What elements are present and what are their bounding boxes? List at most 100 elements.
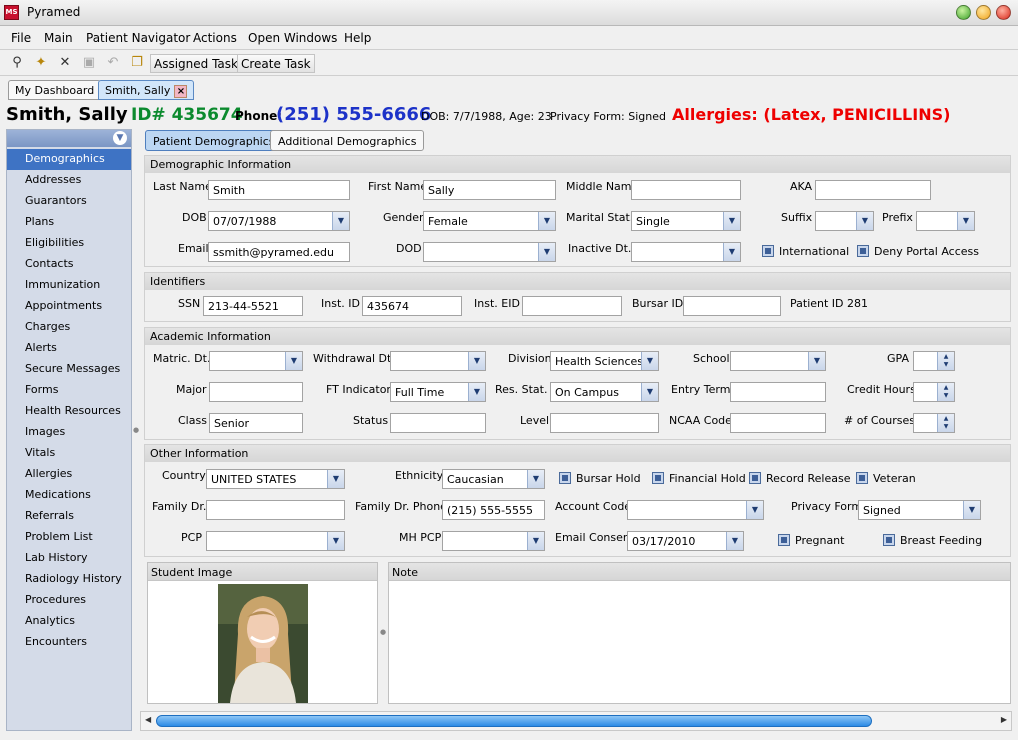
menu-open-windows[interactable]: Open Windows [248,31,337,45]
sidebar-item-contacts[interactable]: Contacts [7,254,131,275]
bursar-id-field[interactable] [683,296,781,316]
menu-actions[interactable]: Actions [193,31,237,45]
scroll-left-icon[interactable]: ◀ [145,715,151,724]
entry-term-field[interactable] [730,382,826,402]
delete-icon[interactable]: ✕ [56,55,74,71]
email-field[interactable]: ssmith@pyramed.edu [208,242,350,262]
dropdown-arrow-icon[interactable]: ▼ [726,532,743,550]
family-dr-field[interactable] [206,500,345,520]
breast-feeding-checkbox[interactable]: Breast Feeding [883,534,982,547]
major-field[interactable] [209,382,303,402]
family-dr-phone-field[interactable]: (215) 555-5555 [442,500,545,520]
veteran-checkbox[interactable]: Veteran [856,472,916,485]
create-task-button[interactable]: Create Task [237,54,315,73]
sidebar-item-encounters[interactable]: Encounters [7,632,131,653]
save-icon[interactable]: ▣ [80,55,98,71]
division-select[interactable]: Health Sciences ▼ [550,351,659,371]
first-name-field[interactable]: Sally [423,180,556,200]
sidebar-item-demographics[interactable]: Demographics [7,149,131,170]
dropdown-arrow-icon[interactable]: ▼ [538,243,555,261]
dropdown-arrow-icon[interactable]: ▼ [723,212,740,230]
ncaa-code-field[interactable] [730,413,826,433]
aka-field[interactable] [815,180,931,200]
class-field[interactable]: Senior [209,413,303,433]
sidebar-item-charges[interactable]: Charges [7,317,131,338]
undo-icon[interactable]: ↶ [104,55,122,71]
scroll-right-icon[interactable]: ▶ [1001,715,1007,724]
sidebar-item-secure-messages[interactable]: Secure Messages [7,359,131,380]
sidebar-item-allergies[interactable]: Allergies [7,464,131,485]
dropdown-arrow-icon[interactable]: ▼ [538,212,555,230]
gender-select[interactable]: Female ▼ [423,211,556,231]
spinner-arrows-icon[interactable]: ▲ ▼ [937,352,954,370]
sidebar-item-vitals[interactable]: Vitals [7,443,131,464]
dropdown-arrow-icon[interactable]: ▼ [957,212,974,230]
close-window-button[interactable] [996,5,1011,20]
school-select[interactable]: ▼ [730,351,826,371]
bursar-hold-checkbox[interactable]: Bursar Hold [559,472,641,485]
dob-field[interactable]: 07/07/1988 ▼ [208,211,350,231]
dropdown-arrow-icon[interactable]: ▼ [327,532,344,550]
spinner-arrows-icon[interactable]: ▲ ▼ [937,414,954,432]
status-field[interactable] [390,413,486,433]
gpa-stepper[interactable]: ▲ ▼ [913,351,955,371]
financial-hold-checkbox[interactable]: Financial Hold [652,472,746,485]
sidebar-item-referrals[interactable]: Referrals [7,506,131,527]
menu-main[interactable]: Main [44,31,73,45]
scrollbar-thumb[interactable] [156,715,872,727]
tab-patient[interactable]: Smith, Sally × [98,80,195,100]
mh-pcp-select[interactable]: ▼ [442,531,545,551]
sidebar-item-addresses[interactable]: Addresses [7,170,131,191]
dropdown-arrow-icon[interactable]: ▼ [527,532,544,550]
withdrawal-date-field[interactable]: ▼ [390,351,486,371]
ssn-field[interactable]: 213-44-5521 [203,296,303,316]
sidebar-item-eligibilities[interactable]: Eligibilities [7,233,131,254]
sidebar-item-radiology-history[interactable]: Radiology History [7,569,131,590]
ft-indicator-select[interactable]: Full Time ▼ [390,382,486,402]
dropdown-arrow-icon[interactable]: ▼ [856,212,873,230]
dod-field[interactable]: ▼ [423,242,556,262]
pcp-select[interactable]: ▼ [206,531,345,551]
ethnicity-select[interactable]: Caucasian ▼ [442,469,545,489]
menu-patient-navigator[interactable]: Patient Navigator [86,31,190,45]
country-select[interactable]: UNITED STATES ▼ [206,469,345,489]
dropdown-arrow-icon[interactable]: ▼ [641,352,658,370]
sidebar-item-alerts[interactable]: Alerts [7,338,131,359]
inst-id-field[interactable]: 435674 [362,296,462,316]
chevron-down-icon[interactable]: ▼ [113,131,127,145]
sidebar-item-appointments[interactable]: Appointments [7,296,131,317]
sidebar-item-plans[interactable]: Plans [7,212,131,233]
maximize-button[interactable] [976,5,991,20]
dropdown-arrow-icon[interactable]: ▼ [285,352,302,370]
dropdown-arrow-icon[interactable]: ▼ [468,352,485,370]
account-code-select[interactable]: ▼ [627,500,764,520]
deny-portal-access-checkbox[interactable]: Deny Portal Access [857,245,979,258]
last-name-field[interactable]: Smith [208,180,350,200]
international-checkbox[interactable]: International [762,245,849,258]
menu-help[interactable]: Help [344,31,371,45]
dropdown-arrow-icon[interactable]: ▼ [963,501,980,519]
inst-eid-field[interactable] [522,296,622,316]
sidebar-item-immunization[interactable]: Immunization [7,275,131,296]
credit-hours-stepper[interactable]: ▲ ▼ [913,382,955,402]
note-panel[interactable]: Note [388,562,1011,704]
middle-name-field[interactable] [631,180,741,200]
sidebar-item-analytics[interactable]: Analytics [7,611,131,632]
matric-date-field[interactable]: ▼ [209,351,303,371]
level-field[interactable] [550,413,659,433]
paste-icon[interactable]: ❐ [128,55,146,71]
prefix-select[interactable]: ▼ [916,211,975,231]
dropdown-arrow-icon[interactable]: ▼ [332,212,349,230]
assigned-tasks-button[interactable]: Assigned Tasks [150,54,249,73]
sidebar-item-procedures[interactable]: Procedures [7,590,131,611]
dropdown-arrow-icon[interactable]: ▼ [527,470,544,488]
inactive-date-field[interactable]: ▼ [631,242,741,262]
dropdown-arrow-icon[interactable]: ▼ [641,383,658,401]
sidebar-item-problem-list[interactable]: Problem List [7,527,131,548]
tab-patient-demographics[interactable]: Patient Demographics [145,130,283,151]
minimize-button[interactable] [956,5,971,20]
privacy-form-select[interactable]: Signed ▼ [858,500,981,520]
binoculars-icon[interactable]: ⚲ [8,55,26,71]
tab-my-dashboard[interactable]: My Dashboard [8,80,102,100]
close-tab-icon[interactable]: × [174,85,188,98]
